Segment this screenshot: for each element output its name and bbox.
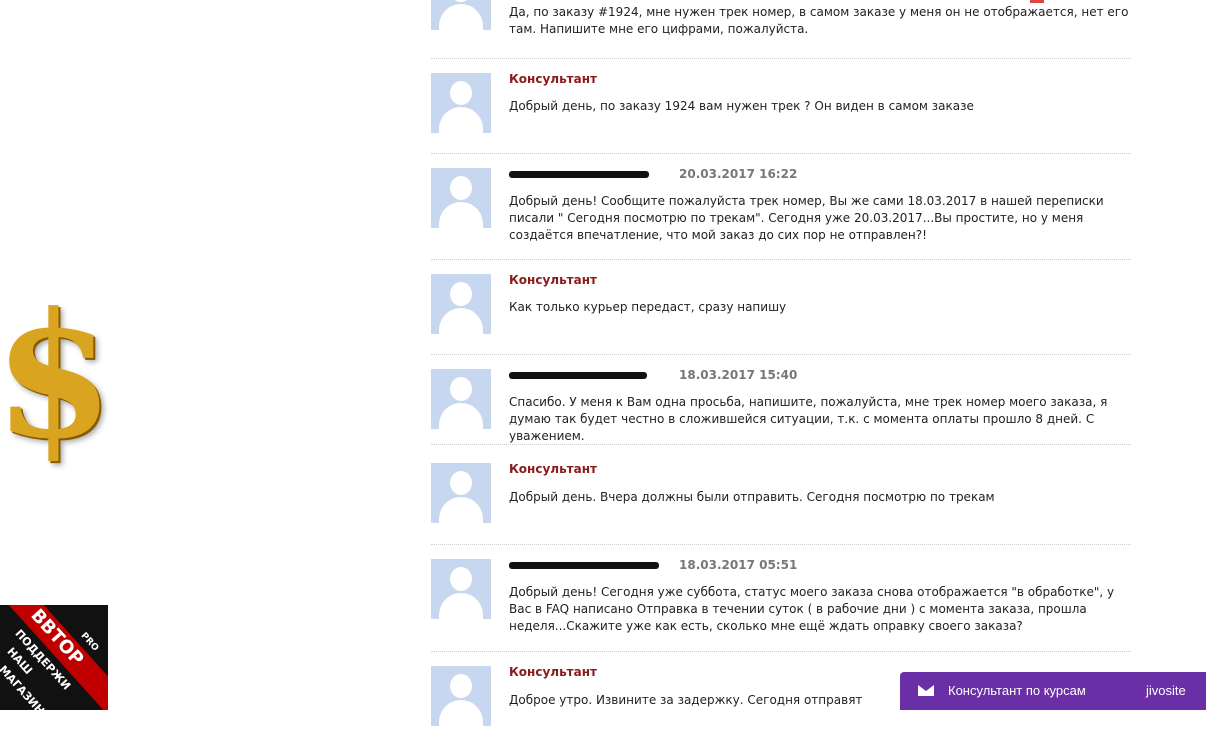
redacted-author-name — [509, 372, 647, 379]
message-author: Консультант — [509, 273, 597, 287]
message-author: Консультант — [509, 462, 597, 476]
chat-message: 20.03.2017 16:22 Добрый день! Сообщите п… — [431, 153, 1131, 260]
message-text: Добрый день. Вчера должны были отправить… — [509, 490, 995, 504]
message-date: 18.03.2017 05:51 — [679, 558, 798, 572]
message-author: Консультант — [509, 72, 597, 86]
message-text: Добрый день! Сообщите пожалуйста трек но… — [509, 194, 1104, 242]
user-avatar-icon — [431, 0, 491, 30]
user-avatar-icon — [431, 463, 491, 523]
mail-icon — [918, 685, 934, 696]
message-text: Спасибо. У меня к Вам одна просьба, напи… — [509, 395, 1108, 443]
redacted-author-name — [509, 562, 659, 569]
user-avatar-icon — [431, 274, 491, 334]
user-avatar-icon — [431, 559, 491, 619]
chat-message: Да, по заказу #1924, мне нужен трек номе… — [431, 0, 1131, 59]
widget-brand: jivosite — [1146, 683, 1186, 698]
redacted-author-name — [509, 171, 649, 178]
chat-message: Консультант Добрый день, по заказу 1924 … — [431, 58, 1131, 154]
message-date: 20.03.2017 16:22 — [679, 167, 798, 181]
user-avatar-icon — [431, 168, 491, 228]
promo-badge[interactable]: ВВТОР PRO ПОДДЕРЖИ НАШ МАГАЗИН — [0, 605, 108, 710]
dollar-sign-icon: $ — [0, 274, 114, 477]
left-decoration: $ ВВТОР PRO ПОДДЕРЖИ НАШ МАГАЗИН — [0, 0, 420, 710]
message-text: Добрый день, по заказу 1924 вам нужен тр… — [509, 99, 974, 113]
chat-message: Консультант Как только курьер передаст, … — [431, 259, 1131, 355]
chat-message: Консультант Добрый день. Вчера должны бы… — [431, 444, 1131, 545]
message-text: Как только курьер передаст, сразу напишу — [509, 300, 787, 314]
chat-message: 18.03.2017 05:51 Добрый день! Сегодня уж… — [431, 544, 1131, 652]
user-avatar-icon — [431, 369, 491, 429]
jivosite-chat-widget[interactable]: Консультант по курсам jivosite — [900, 672, 1206, 710]
message-text: Да, по заказу #1924, мне нужен трек номе… — [509, 5, 1129, 36]
user-avatar-icon — [431, 666, 491, 726]
chat-message: 18.03.2017 15:40 Спасибо. У меня к Вам о… — [431, 354, 1131, 445]
user-avatar-icon — [431, 73, 491, 133]
message-text: Добрый день! Сегодня уже суббота, статус… — [509, 585, 1115, 633]
message-author: Консультант — [509, 665, 597, 679]
message-date: 18.03.2017 15:40 — [679, 368, 798, 382]
widget-label: Консультант по курсам — [948, 683, 1086, 698]
